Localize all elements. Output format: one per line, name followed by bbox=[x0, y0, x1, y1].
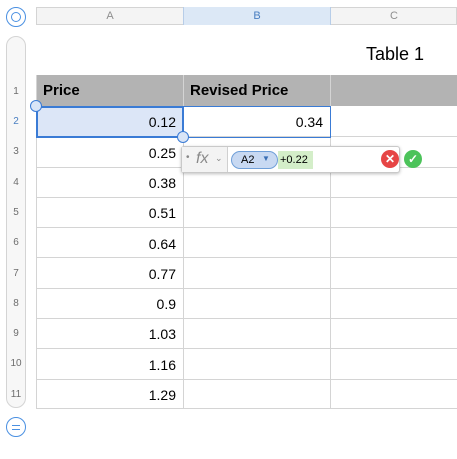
column-header-b[interactable]: B bbox=[183, 7, 331, 25]
row-header-5[interactable]: 5 bbox=[6, 207, 26, 218]
table-title[interactable]: Table 1 bbox=[340, 44, 450, 65]
grid-line bbox=[36, 379, 457, 380]
row-header-4[interactable]: 4 bbox=[6, 177, 26, 188]
fx-icon[interactable]: fx bbox=[196, 150, 208, 168]
cell-reference-token[interactable]: A2 bbox=[231, 151, 278, 169]
formula-text[interactable]: +0.22 bbox=[278, 151, 313, 169]
cancel-formula-button[interactable]: ✕ bbox=[381, 150, 399, 168]
grid-line bbox=[36, 288, 457, 289]
selection-handle-bottom-right[interactable] bbox=[177, 131, 189, 143]
row-header-11[interactable]: 11 bbox=[6, 389, 26, 400]
row-header-2[interactable]: 2 bbox=[6, 116, 26, 127]
row-header-9[interactable]: 9 bbox=[6, 328, 26, 339]
cell-a9[interactable]: 1.03 bbox=[37, 326, 183, 342]
select-table-icon[interactable] bbox=[6, 7, 26, 27]
row-header-7[interactable]: 7 bbox=[6, 268, 26, 279]
token-menu-caret-icon[interactable]: ▼ bbox=[262, 154, 270, 163]
header-cell-revised-price[interactable]: Revised Price bbox=[183, 75, 331, 106]
cell-selection-outline bbox=[36, 106, 184, 138]
grid-line bbox=[36, 197, 457, 198]
column-header-a[interactable]: A bbox=[37, 7, 183, 25]
table-options-icon[interactable] bbox=[6, 417, 26, 437]
grid-line bbox=[36, 348, 457, 349]
header-cell-price[interactable]: Price bbox=[36, 75, 183, 106]
grid-line bbox=[36, 408, 457, 409]
cell-a3[interactable]: 0.25 bbox=[37, 145, 183, 161]
cell-a4[interactable]: 0.38 bbox=[37, 175, 183, 191]
cell-a10[interactable]: 1.16 bbox=[37, 357, 183, 373]
column-header-c[interactable]: C bbox=[331, 7, 457, 25]
grid-line bbox=[36, 227, 457, 228]
row-header-1[interactable]: 1 bbox=[6, 86, 26, 97]
cell-a6[interactable]: 0.64 bbox=[37, 236, 183, 252]
cell-a11[interactable]: 1.29 bbox=[37, 387, 183, 403]
chevron-down-icon[interactable]: ⌄ bbox=[215, 153, 223, 164]
row-header-8[interactable]: 8 bbox=[6, 298, 26, 309]
editing-cell-outline bbox=[183, 106, 331, 138]
row-header-6[interactable]: 6 bbox=[6, 237, 26, 248]
selection-handle-top-left[interactable] bbox=[30, 100, 42, 112]
cell-a5[interactable]: 0.51 bbox=[37, 205, 183, 221]
accept-formula-button[interactable]: ✓ bbox=[404, 150, 422, 168]
row-header-3[interactable]: 3 bbox=[6, 146, 26, 157]
cell-a8[interactable]: 0.9 bbox=[37, 296, 183, 312]
grid-line bbox=[36, 318, 457, 319]
grid-line bbox=[36, 257, 457, 258]
row-header-10[interactable]: 10 bbox=[6, 358, 26, 369]
cell-a7[interactable]: 0.77 bbox=[37, 266, 183, 282]
drag-dot-icon: • bbox=[186, 152, 190, 163]
